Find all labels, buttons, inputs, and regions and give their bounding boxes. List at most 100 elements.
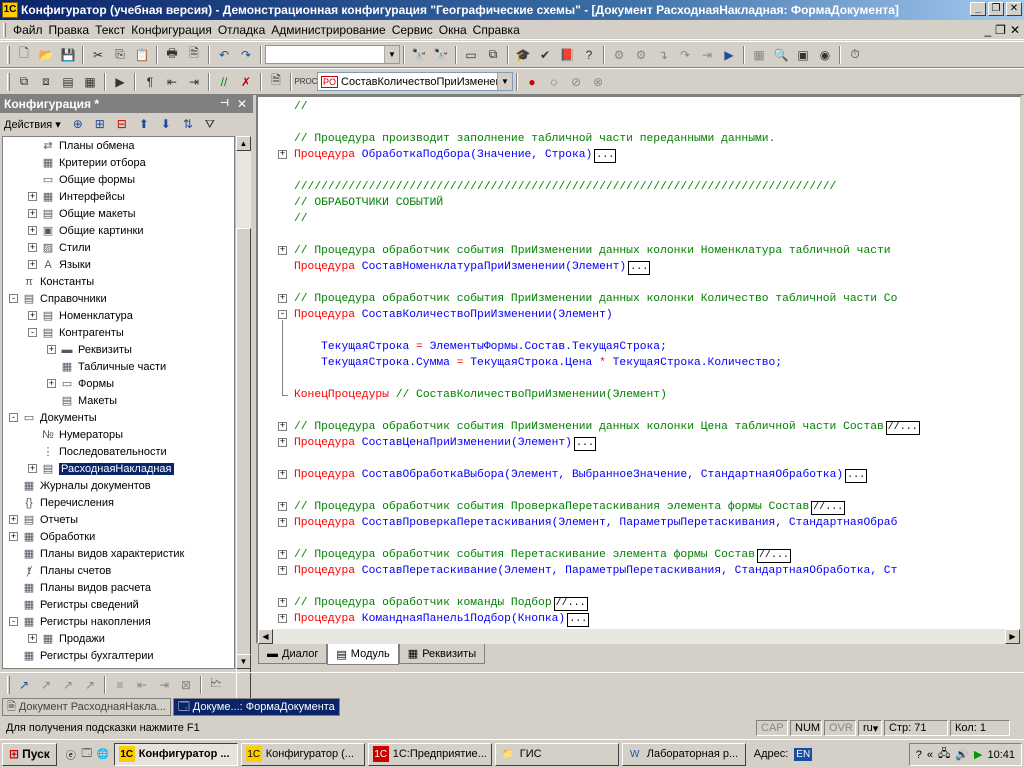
- tree-scrollbar[interactable]: ▲ ▼: [235, 136, 251, 708]
- network-icon[interactable]: 🖧: [938, 745, 950, 764]
- expand-icon[interactable]: +: [278, 502, 287, 511]
- new-document-icon[interactable]: 🗋: [14, 45, 34, 65]
- expand-icon[interactable]: +: [47, 345, 56, 354]
- tab-attributes[interactable]: ▦ Реквизиты: [398, 644, 486, 664]
- window-icon[interactable]: ▭: [461, 45, 481, 65]
- menu-debug[interactable]: Отладка: [215, 23, 268, 37]
- collapsed-block-indicator[interactable]: //...: [885, 421, 920, 435]
- menu-windows[interactable]: Окна: [436, 23, 470, 37]
- uncomment-icon[interactable]: ✗: [236, 72, 256, 92]
- collapse-icon[interactable]: -: [278, 310, 287, 319]
- object-module-icon[interactable]: ⧈: [36, 72, 56, 92]
- tree-item[interactable]: ⋮ Последовательности: [28, 443, 167, 460]
- tree-item[interactable]: ▤ Макеты: [47, 392, 117, 409]
- expand-icon[interactable]: +: [28, 634, 37, 643]
- menu-administration[interactable]: Администрирование: [268, 23, 388, 37]
- menu-edit[interactable]: Правка: [46, 23, 93, 37]
- print-icon[interactable]: 🖶: [162, 45, 182, 65]
- code-editor[interactable]: // // Процедура производит заполнение таб…: [256, 95, 1022, 644]
- menu-configuration[interactable]: Конфигурация: [128, 23, 215, 37]
- tree-item[interactable]: + A Языки: [28, 256, 91, 273]
- expand-icon[interactable]: +: [278, 246, 287, 255]
- status-lang[interactable]: ru ▾: [858, 720, 882, 736]
- tree-item[interactable]: + ▭ Формы: [47, 375, 114, 392]
- windows-icon[interactable]: ⧉: [483, 45, 503, 65]
- tree-item[interactable]: {} Перечисления: [9, 494, 114, 511]
- bottom-tool-4-icon[interactable]: ↗: [80, 675, 100, 695]
- tree-item[interactable]: + ▤ Отчеты: [9, 511, 78, 528]
- outdent-icon[interactable]: ⇥: [184, 72, 204, 92]
- move-down-icon[interactable]: ⬇: [156, 114, 176, 134]
- maximize-button[interactable]: ❐: [988, 2, 1004, 16]
- run-to-cursor-icon[interactable]: ▶: [719, 45, 739, 65]
- find-icon[interactable]: 🔭: [409, 45, 429, 65]
- open-folder-icon[interactable]: 📂: [36, 45, 56, 65]
- messages-icon[interactable]: 🗠: [206, 675, 226, 695]
- expand-icon[interactable]: +: [28, 311, 37, 320]
- list-left-icon[interactable]: ⇤: [132, 675, 152, 695]
- start-button[interactable]: ⊞ Пуск: [2, 742, 57, 766]
- volume-icon[interactable]: 🔊: [955, 748, 969, 761]
- expand-icon[interactable]: +: [278, 294, 287, 303]
- run-icon[interactable]: ▶: [110, 72, 130, 92]
- step-out-icon[interactable]: ⇥: [697, 45, 717, 65]
- collapse-icon[interactable]: -: [9, 413, 18, 422]
- format-icon[interactable]: ¶: [140, 72, 160, 92]
- tree-item[interactable]: + ▦ Обработки: [9, 528, 95, 545]
- breakpoints-icon[interactable]: ◉: [815, 45, 835, 65]
- panel-close-icon[interactable]: ✕: [237, 95, 247, 113]
- wizard-icon[interactable]: 🎓: [513, 45, 533, 65]
- tree-item[interactable]: ▦ Журналы документов: [9, 477, 151, 494]
- tree-item[interactable]: + ▤ РасходнаяНакладная: [28, 460, 174, 477]
- expand-icon[interactable]: +: [9, 515, 18, 524]
- collapse-icon[interactable]: -: [28, 328, 37, 337]
- task-gis[interactable]: 📁 ГИС: [494, 742, 619, 766]
- play-icon[interactable]: ▶: [974, 748, 982, 761]
- task-configurator-2[interactable]: 1С Конфигуратор (...: [240, 742, 365, 766]
- expand-icon[interactable]: +: [278, 614, 287, 623]
- menu-help[interactable]: Справка: [470, 23, 523, 37]
- watch-icon[interactable]: 🔍: [771, 45, 791, 65]
- calc-icon[interactable]: ▣: [793, 45, 813, 65]
- tree-item[interactable]: + ▬ Реквизиты: [47, 341, 132, 358]
- timer-icon[interactable]: ⏱: [845, 45, 865, 65]
- tree-item[interactable]: ⇄ Планы обмена: [28, 137, 134, 154]
- collapsed-block-indicator[interactable]: ...: [845, 469, 868, 483]
- expand-icon[interactable]: +: [28, 464, 37, 473]
- copy-icon[interactable]: ⎘: [110, 45, 130, 65]
- task-configurator-1[interactable]: 1С Конфигуратор ...: [113, 742, 238, 766]
- bottom-tool-3-icon[interactable]: ↗: [58, 675, 78, 695]
- tab-dialog[interactable]: ▬ Диалог: [258, 644, 328, 664]
- tree-item[interactable]: ▦ Планы видов расчета: [9, 579, 151, 596]
- collapse-icon[interactable]: -: [9, 294, 18, 303]
- collapsed-block-indicator[interactable]: //...: [757, 549, 792, 563]
- close-button[interactable]: ✕: [1006, 2, 1022, 16]
- expand-icon[interactable]: +: [9, 532, 18, 541]
- evaluate-icon[interactable]: ▦: [749, 45, 769, 65]
- collapsed-block-indicator[interactable]: //...: [811, 501, 846, 515]
- expand-icon[interactable]: +: [47, 379, 56, 388]
- redo-icon[interactable]: ↷: [236, 45, 256, 65]
- tree-item[interactable]: + ▤ Номенклатура: [28, 307, 133, 324]
- expand-icon[interactable]: +: [28, 192, 37, 201]
- collapsed-block-indicator[interactable]: ...: [573, 437, 596, 451]
- window-tab-form[interactable]: 🗔 Докуме...: ФормаДокумента: [172, 698, 340, 716]
- tree-item[interactable]: + ▨ Стили: [28, 239, 91, 256]
- tree-item[interactable]: ⱦ Планы счетов: [9, 562, 111, 579]
- book-icon[interactable]: 📕: [557, 45, 577, 65]
- mdi-close-button[interactable]: ✕: [1010, 23, 1020, 37]
- actions-menu[interactable]: Действия ▾: [4, 118, 61, 131]
- tree-item[interactable]: + ▣ Общие картинки: [28, 222, 144, 239]
- expand-icon[interactable]: +: [278, 598, 287, 607]
- scroll-right-icon[interactable]: ▶: [1005, 629, 1020, 644]
- expand-icon[interactable]: +: [278, 550, 287, 559]
- tree-item[interactable]: + ▦ Продажи: [28, 630, 105, 647]
- procedures-icon[interactable]: PROC: [294, 72, 317, 92]
- clear-breakpoints-icon[interactable]: ⊘: [566, 72, 586, 92]
- expand-icon[interactable]: +: [28, 209, 37, 218]
- move-up-icon[interactable]: ⬆: [134, 114, 154, 134]
- scroll-thumb[interactable]: [236, 228, 251, 708]
- minimize-button[interactable]: _: [970, 2, 986, 16]
- tree-item[interactable]: - ▦ Регистры накопления: [9, 613, 151, 630]
- pin-icon[interactable]: ⊣: [220, 95, 229, 113]
